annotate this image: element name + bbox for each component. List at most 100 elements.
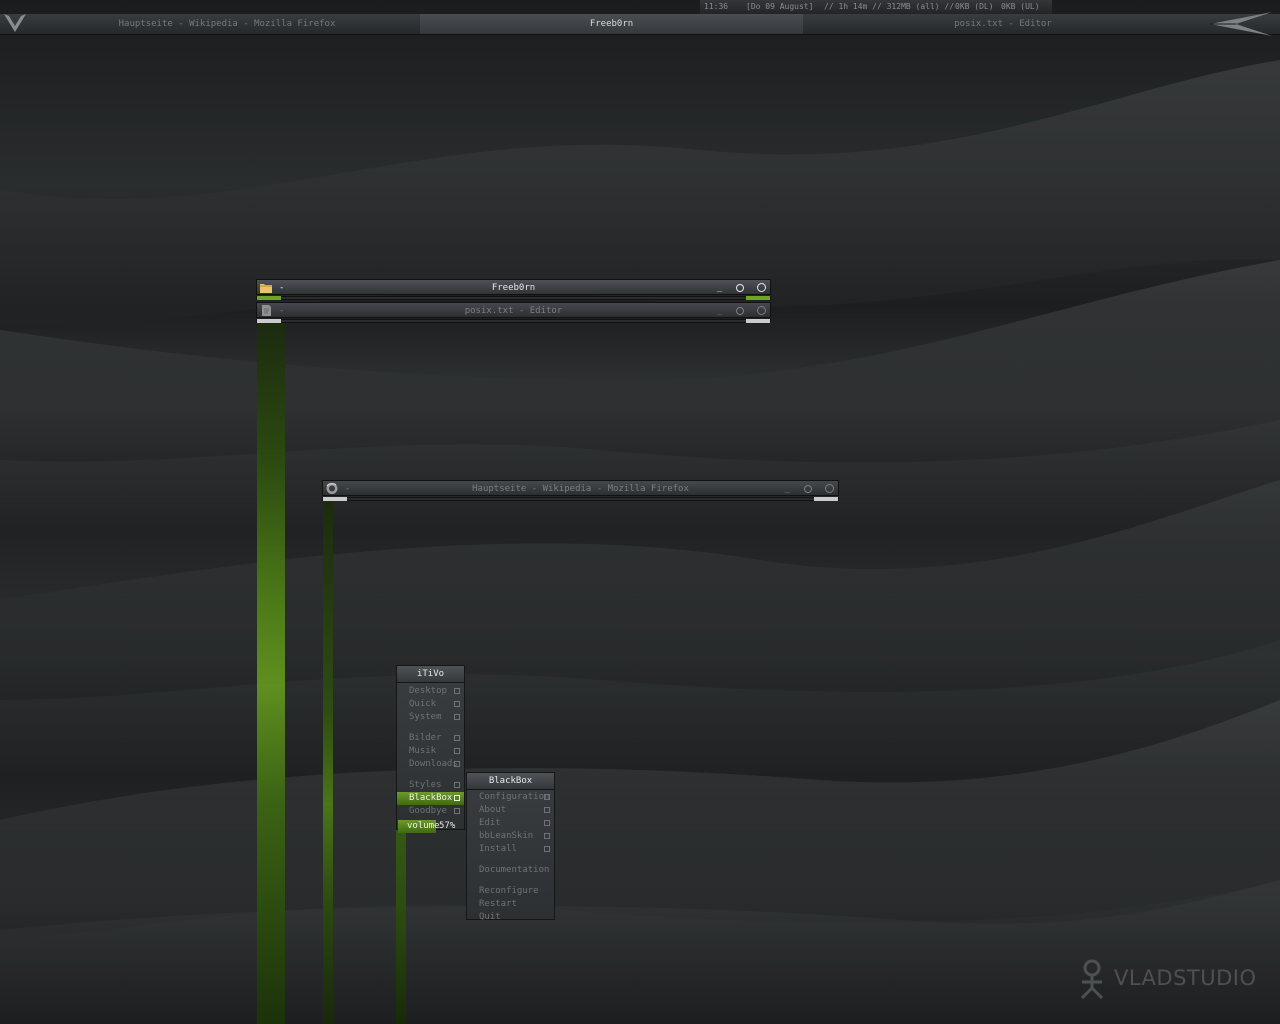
task-editor[interactable]: posix.txt - Editor xyxy=(803,14,1203,34)
menu-item-label: Styles xyxy=(409,780,442,790)
close-button[interactable] xyxy=(825,484,834,493)
left-resize-grip[interactable] xyxy=(257,319,281,323)
task-label: posix.txt - Editor xyxy=(954,19,1052,29)
menu-item-label: Edit xyxy=(479,818,501,828)
close-button[interactable] xyxy=(757,306,766,315)
menu-item-restart[interactable]: Restart xyxy=(467,898,554,911)
menu-item-about[interactable]: About xyxy=(467,804,554,817)
minimize-button[interactable]: _ xyxy=(717,280,722,296)
root-menu: iTiVo Desktop Quick System Bilder Musik … xyxy=(396,665,465,833)
minimize-button[interactable]: _ xyxy=(717,303,722,319)
menu-item-label: BlackBox xyxy=(409,793,453,803)
freeborn-window-shadow xyxy=(257,320,285,1024)
menu-item-desktop[interactable]: Desktop xyxy=(397,685,464,698)
menu-item-label: Bilder xyxy=(409,733,442,743)
menu-item-downloads[interactable]: Downloads xyxy=(397,758,464,771)
maximize-button[interactable] xyxy=(735,306,744,315)
editor-bottom-border xyxy=(256,319,771,323)
menu-item-label: About xyxy=(479,805,507,815)
volume-slider[interactable]: volume 57% xyxy=(397,820,464,833)
task-label: Hauptseite - Wikipedia - Mozilla Firefox xyxy=(118,19,336,29)
menu-item-label: Restart xyxy=(479,899,517,909)
menu-item-label: Documentation xyxy=(479,865,550,875)
submenu-indicator-icon xyxy=(454,735,460,741)
folder-icon xyxy=(260,284,272,293)
close-button[interactable] xyxy=(757,283,766,292)
task-firefox[interactable]: Hauptseite - Wikipedia - Mozilla Firefox xyxy=(34,14,420,34)
window-editor[interactable]: - posix.txt - Editor _ xyxy=(256,302,771,324)
menu-item-label: bbLeanSkin xyxy=(479,831,534,841)
menu-item-edit[interactable]: Edit xyxy=(467,817,554,830)
minimize-button[interactable]: _ xyxy=(785,481,790,497)
submenu-indicator-icon xyxy=(544,794,550,800)
menu-separator xyxy=(397,771,464,779)
menu-item-label: Musik xyxy=(409,746,437,756)
menu-item-reconfigure[interactable]: Reconfigure xyxy=(467,885,554,898)
window-freeborn[interactable]: - Freeb0rn _ xyxy=(256,279,771,301)
desktop-wallpaper xyxy=(0,0,1280,1024)
menu-item-quick[interactable]: Quick xyxy=(397,698,464,711)
firefox-icon xyxy=(326,483,338,494)
window-title: posix.txt - Editor xyxy=(464,306,563,316)
submenu-indicator-icon xyxy=(454,761,460,767)
menu-item-label: Quick xyxy=(409,699,437,709)
freeborn-bottom-border xyxy=(256,296,771,300)
start-logo-icon[interactable] xyxy=(2,10,28,36)
window-menu-dash[interactable]: - xyxy=(279,280,284,296)
freeborn-titlebar[interactable]: - Freeb0rn _ xyxy=(256,279,771,295)
upload-rate: 0KB (UL) xyxy=(1001,2,1040,11)
menu-item-system[interactable]: System xyxy=(397,711,464,724)
editor-titlebar[interactable]: - posix.txt - Editor _ xyxy=(256,302,771,318)
right-resize-grip[interactable] xyxy=(814,497,838,501)
date: [Do 09 August] xyxy=(746,2,814,11)
menu-separator xyxy=(467,856,554,864)
maximize-button[interactable] xyxy=(735,283,744,292)
task-freeborn[interactable]: Freeb0rn xyxy=(420,14,803,34)
left-resize-grip[interactable] xyxy=(323,497,347,501)
firefox-window-shadow xyxy=(323,500,333,1024)
submenu-indicator-icon xyxy=(454,688,460,694)
maximize-button[interactable] xyxy=(803,484,812,493)
root-menu-title: iTiVo xyxy=(397,666,464,683)
blackbox-submenu: BlackBox Configuration About Edit bbLean… xyxy=(466,772,555,922)
blackbox-menu-title: BlackBox xyxy=(467,773,554,790)
menu-item-quit[interactable]: Quit xyxy=(467,911,554,924)
menu-item-blackbox[interactable]: BlackBox xyxy=(397,792,464,805)
volume-label: volume xyxy=(407,821,440,831)
left-resize-grip[interactable] xyxy=(257,296,281,300)
menu-item-bilder[interactable]: Bilder xyxy=(397,732,464,745)
notepad-icon xyxy=(262,305,271,316)
menu-item-documentation[interactable]: Documentation xyxy=(467,864,554,877)
submenu-indicator-icon xyxy=(454,701,460,707)
menu-shadow xyxy=(396,828,406,1024)
menu-item-goodbye[interactable]: Goodbye xyxy=(397,805,464,818)
wave-pattern xyxy=(0,60,1280,1024)
submenu-indicator-icon xyxy=(544,807,550,813)
firefox-titlebar[interactable]: - Hauptseite - Wikipedia - Mozilla Firef… xyxy=(322,480,839,496)
window-menu-dash[interactable]: - xyxy=(279,303,284,319)
vladstudio-watermark: VLADSTUDIO xyxy=(1076,958,1256,1000)
uptime-memory: // 1h 14m // 312MB (all) // xyxy=(824,2,955,11)
menu-item-label: Reconfigure xyxy=(479,886,539,896)
menu-item-configuration[interactable]: Configuration xyxy=(467,791,554,804)
menu-item-label: Install xyxy=(479,844,517,854)
submenu-indicator-icon xyxy=(454,782,460,788)
firefox-bottom-border xyxy=(322,497,839,501)
right-resize-grip[interactable] xyxy=(746,296,770,300)
menu-item-label: Configuration xyxy=(479,792,550,802)
menu-item-styles[interactable]: Styles xyxy=(397,779,464,792)
window-title: Freeb0rn xyxy=(491,283,536,293)
menu-item-musik[interactable]: Musik xyxy=(397,745,464,758)
volume-value: 57% xyxy=(439,821,456,831)
right-resize-grip[interactable] xyxy=(746,319,770,323)
window-firefox[interactable]: - Hauptseite - Wikipedia - Mozilla Firef… xyxy=(322,480,839,502)
menu-item-label: System xyxy=(409,712,442,722)
window-menu-dash[interactable]: - xyxy=(345,481,350,497)
menu-item-bbleanskin[interactable]: bbLeanSkin xyxy=(467,830,554,843)
window-title: Hauptseite - Wikipedia - Mozilla Firefox xyxy=(472,484,689,494)
submenu-indicator-icon xyxy=(544,846,550,852)
watermark-text: VLADSTUDIO xyxy=(1114,966,1257,990)
menu-item-label: Downloads xyxy=(409,759,458,769)
submenu-indicator-icon xyxy=(544,833,550,839)
menu-item-install[interactable]: Install xyxy=(467,843,554,856)
